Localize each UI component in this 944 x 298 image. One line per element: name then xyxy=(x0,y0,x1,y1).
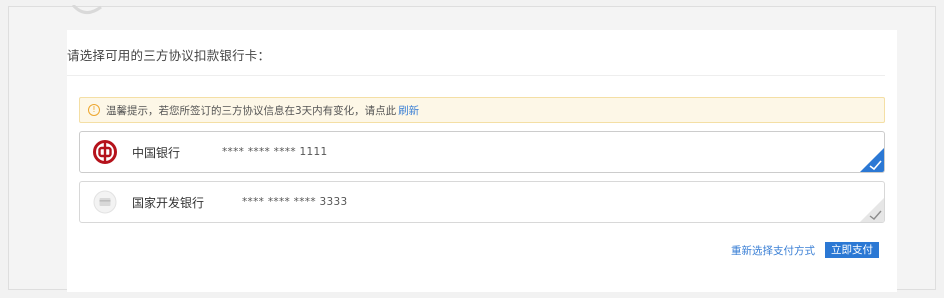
refresh-link[interactable]: 刷新 xyxy=(398,103,419,118)
bank-name: 国家开发银行 xyxy=(132,195,205,210)
notice-bar: ! 温馨提示，若您所签订的三方协议信息在3天内有变化，请点此 刷新 xyxy=(79,97,885,123)
reselect-payment-link[interactable]: 重新选择支付方式 xyxy=(731,243,815,258)
bank-card-option-boc[interactable]: 中国银行 **** **** **** 1111 xyxy=(79,131,885,173)
pay-now-button[interactable]: 立即支付 xyxy=(825,242,879,258)
decorative-arc-icon xyxy=(71,5,102,14)
unselected-check-icon xyxy=(860,198,884,222)
footer-actions: 重新选择支付方式 立即支付 xyxy=(731,242,879,258)
info-circle-icon: ! xyxy=(88,104,100,116)
payment-panel: 请选择可用的三方协议扣款银行卡： ! 温馨提示，若您所签订的三方协议信息在3天内… xyxy=(67,30,897,292)
page-title: 请选择可用的三方协议扣款银行卡： xyxy=(67,48,271,63)
bank-name: 中国银行 xyxy=(132,145,181,160)
divider xyxy=(67,75,885,76)
bank-of-china-logo-icon xyxy=(92,139,118,165)
bank-card-option-cdb[interactable]: 国家开发银行 **** **** **** 3333 xyxy=(79,181,885,223)
card-number: **** **** **** 1111 xyxy=(222,146,328,158)
card-number: **** **** **** 3333 xyxy=(242,196,348,208)
page-container: 请选择可用的三方协议扣款银行卡： ! 温馨提示，若您所签订的三方协议信息在3天内… xyxy=(8,5,936,292)
selected-check-icon xyxy=(860,148,884,172)
bank-card-icon xyxy=(92,189,118,215)
notice-text: 温馨提示，若您所签订的三方协议信息在3天内有变化，请点此 xyxy=(106,104,397,117)
